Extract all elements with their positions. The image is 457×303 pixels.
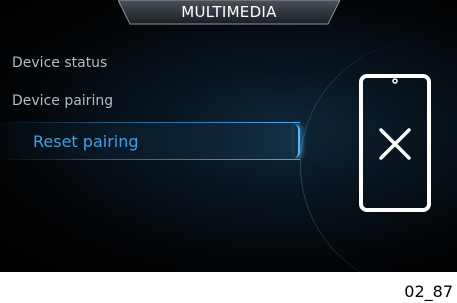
selection-edge — [294, 124, 300, 158]
menu-item-reset-pairing[interactable]: Reset pairing — [0, 122, 300, 160]
page-title: MULTIMEDIA — [181, 3, 277, 21]
phone-disconnected-icon — [359, 74, 431, 212]
menu-item-device-pairing[interactable]: Device pairing — [0, 82, 300, 120]
menu-item-label: Device pairing — [12, 93, 114, 109]
menu-item-label: Reset pairing — [33, 131, 139, 151]
selection-line-top — [0, 122, 300, 123]
multimedia-screen: MULTIMEDIA Device status Device pairing … — [0, 0, 457, 272]
figure-caption: 02_87 — [404, 282, 453, 301]
selection-line-bottom — [0, 159, 300, 160]
menu-item-label: Device status — [12, 55, 108, 71]
menu-item-device-status[interactable]: Device status — [0, 44, 300, 82]
header-tab: MULTIMEDIA — [118, 0, 340, 26]
